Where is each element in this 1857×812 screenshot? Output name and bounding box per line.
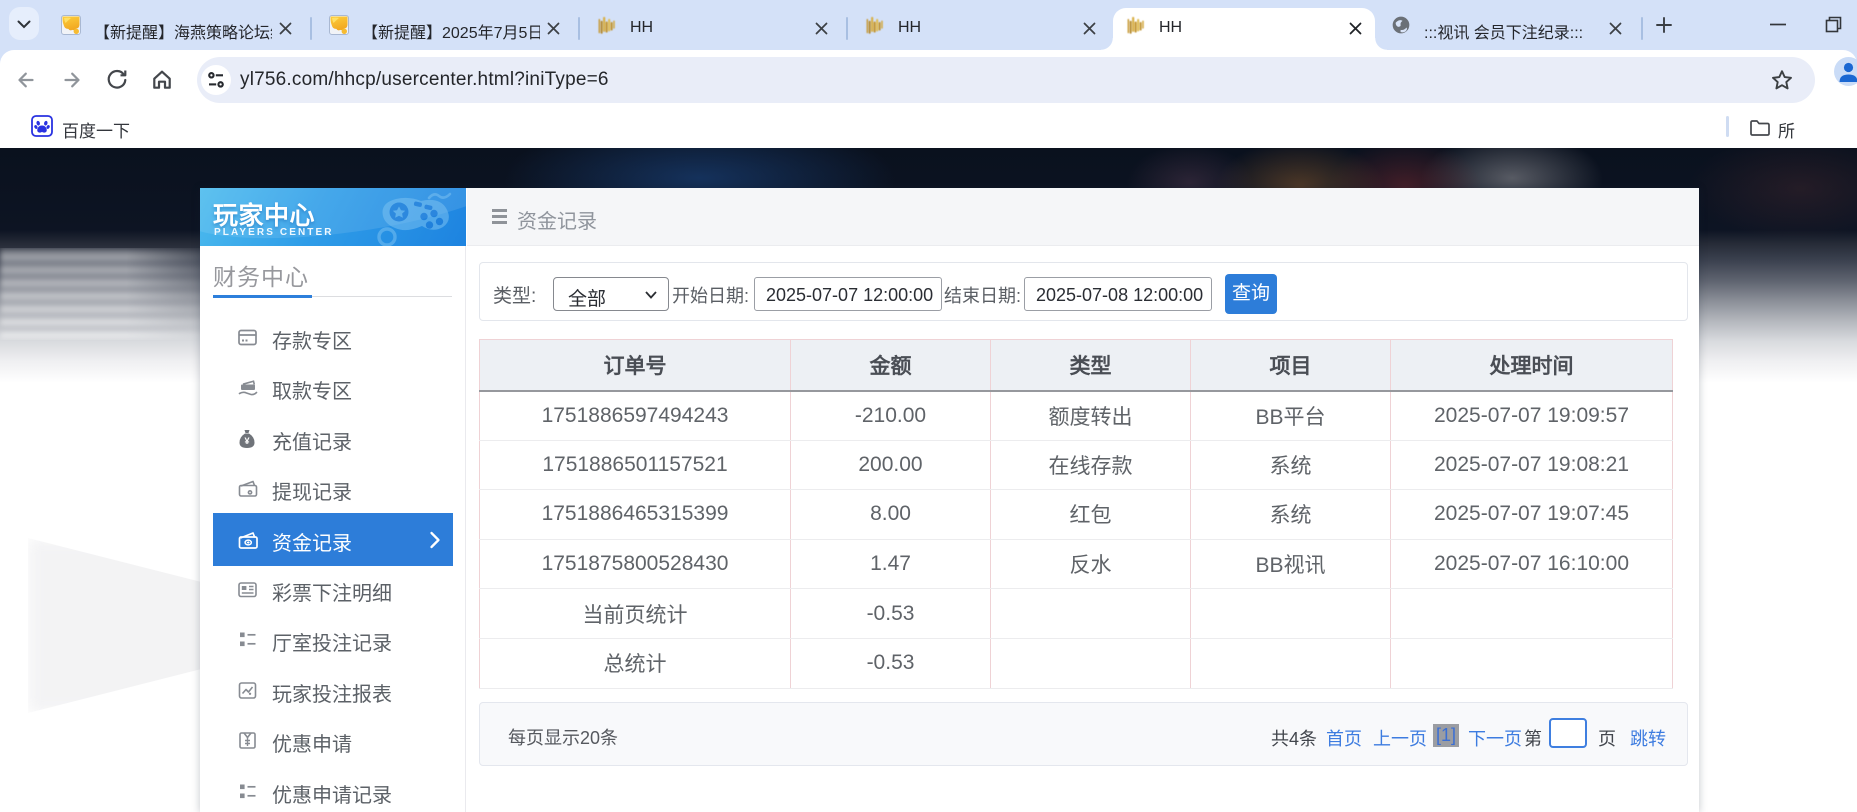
svg-text:¥: ¥	[244, 436, 249, 446]
